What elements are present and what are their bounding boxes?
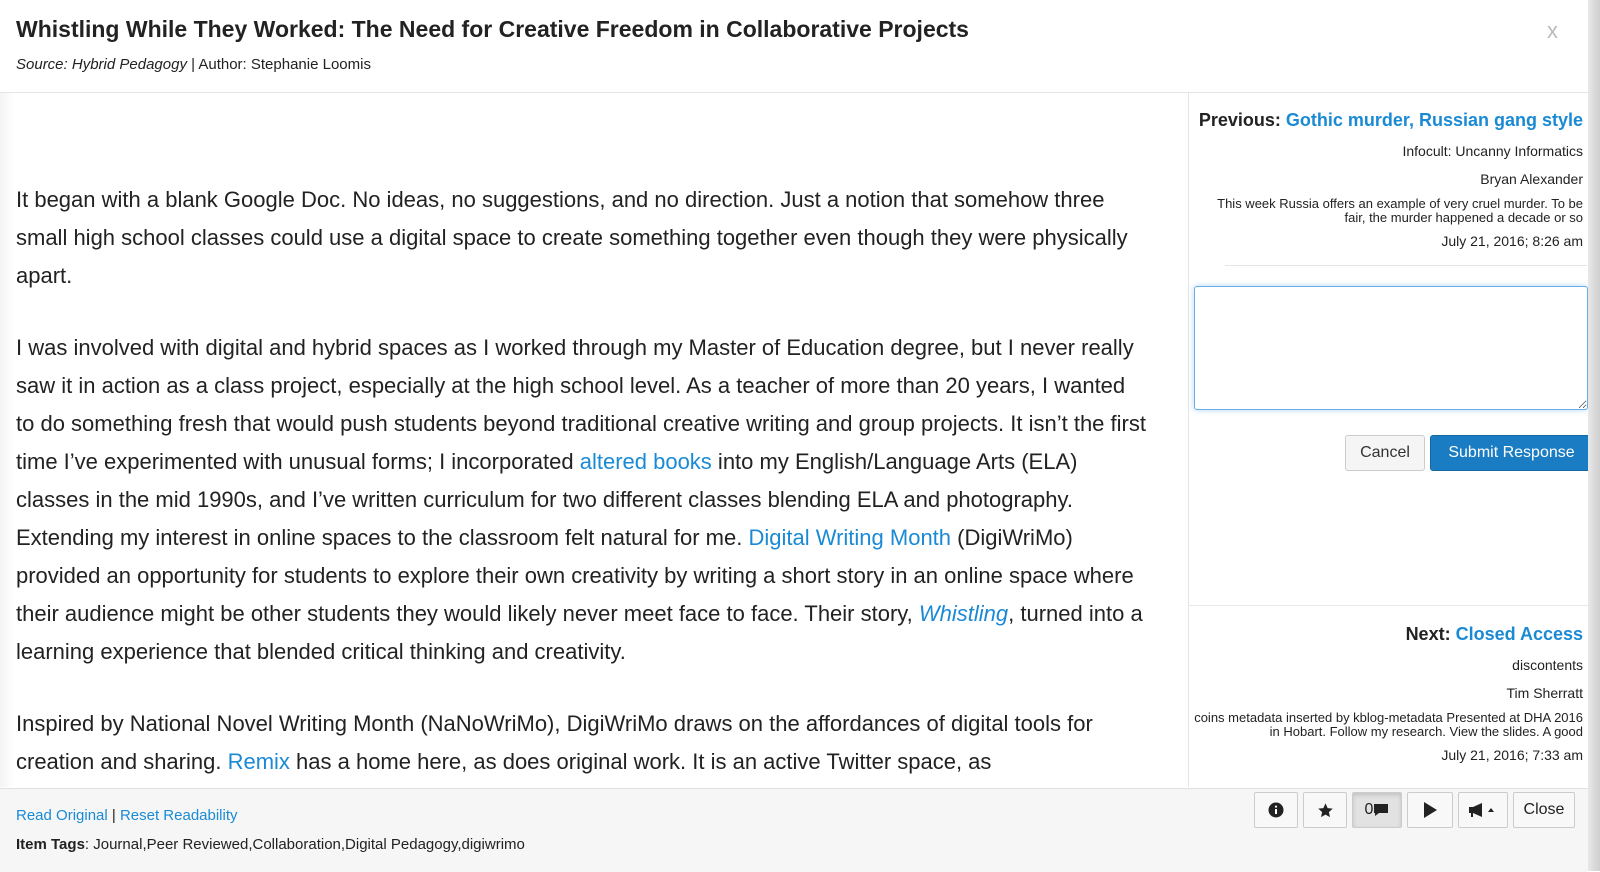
article-modal: Whistling While They Worked: The Need fo…: [0, 0, 1600, 872]
close-button[interactable]: Close: [1513, 792, 1575, 828]
tags-label: Item Tags: [16, 836, 85, 853]
comment-icon: [1373, 803, 1389, 817]
previous-article-link[interactable]: Gothic murder, Russian gang style: [1286, 110, 1583, 130]
window-edge: [1588, 0, 1600, 871]
play-button[interactable]: [1407, 792, 1453, 828]
next-author: Tim Sherratt: [1506, 685, 1584, 701]
digital-writing-month-link[interactable]: Digital Writing Month: [748, 525, 951, 550]
comments-button[interactable]: 0: [1352, 792, 1402, 828]
remix-link[interactable]: Remix: [228, 749, 290, 774]
star-icon: [1317, 802, 1334, 819]
modal-header: Whistling While They Worked: The Need fo…: [0, 0, 1588, 93]
read-original-link[interactable]: Read Original: [16, 807, 108, 824]
megaphone-icon: [1468, 802, 1498, 818]
comment-count: 0: [1364, 801, 1374, 818]
play-icon: [1422, 801, 1438, 819]
paragraph-3: Inspired by National Novel Writing Month…: [16, 711, 1093, 774]
submit-response-button[interactable]: Submit Response: [1430, 435, 1593, 471]
paragraph-1: It began with a blank Google Doc. No ide…: [16, 187, 1128, 288]
close-icon[interactable]: x: [1547, 18, 1558, 44]
source-name: Hybrid Pedagogy: [71, 56, 187, 73]
item-tags: Item Tags: Journal,Peer Reviewed,Collabo…: [16, 836, 525, 853]
article-title: Whistling While They Worked: The Need fo…: [16, 16, 969, 42]
previous-article: Previous: Gothic murder, Russian gang st…: [1193, 110, 1583, 249]
source-label: Source:: [16, 56, 68, 73]
next-article: Next: Closed Access discontents Tim Sher…: [1193, 624, 1583, 763]
next-article-link[interactable]: Closed Access: [1456, 624, 1583, 644]
divider: [1189, 605, 1589, 606]
next-date: July 21, 2016; 7:33 am: [1441, 747, 1583, 763]
whistling-link[interactable]: Whistling: [919, 601, 1008, 626]
link-divider: |: [107, 807, 120, 824]
cancel-button[interactable]: Cancel: [1345, 435, 1425, 471]
previous-author: Bryan Alexander: [1480, 171, 1583, 187]
next-excerpt: coins metadata inserted by kblog-metadat…: [1194, 711, 1583, 739]
article-body[interactable]: It began with a blank Google Doc. No ide…: [0, 93, 1186, 787]
previous-source: Infocult: Uncanny Informatics: [1402, 143, 1583, 159]
paragraph-2: I was involved with digital and hybrid s…: [16, 335, 1146, 664]
response-textarea[interactable]: [1194, 286, 1588, 410]
sidebar: Previous: Gothic murder, Russian gang st…: [1188, 93, 1593, 787]
previous-label: Previous:: [1198, 110, 1281, 130]
star-button[interactable]: [1303, 792, 1347, 828]
modal-footer: Read Original | Reset Readability Item T…: [0, 788, 1588, 872]
next-label: Next:: [1405, 624, 1451, 644]
reset-readability-link[interactable]: Reset Readability: [120, 807, 238, 824]
author-text: | Author: Stephanie Loomis: [186, 56, 371, 73]
article-source-line: Source: Hybrid Pedagogy | Author: Stepha…: [16, 56, 371, 73]
footer-links: Read Original | Reset Readability: [16, 807, 238, 824]
divider: [1225, 265, 1587, 266]
share-button[interactable]: [1458, 792, 1508, 828]
item-toolbar: 0 Close: [1254, 792, 1575, 828]
next-source: discontents: [1512, 657, 1583, 673]
previous-excerpt: This week Russia offers an example of ve…: [1217, 197, 1583, 225]
tags-value: : Journal,Peer Reviewed,Collaboration,Di…: [84, 836, 525, 853]
previous-date: July 21, 2016; 8:26 am: [1441, 233, 1583, 249]
info-button[interactable]: [1254, 792, 1298, 828]
info-icon: [1268, 802, 1284, 818]
altered-books-link[interactable]: altered books: [580, 449, 712, 474]
